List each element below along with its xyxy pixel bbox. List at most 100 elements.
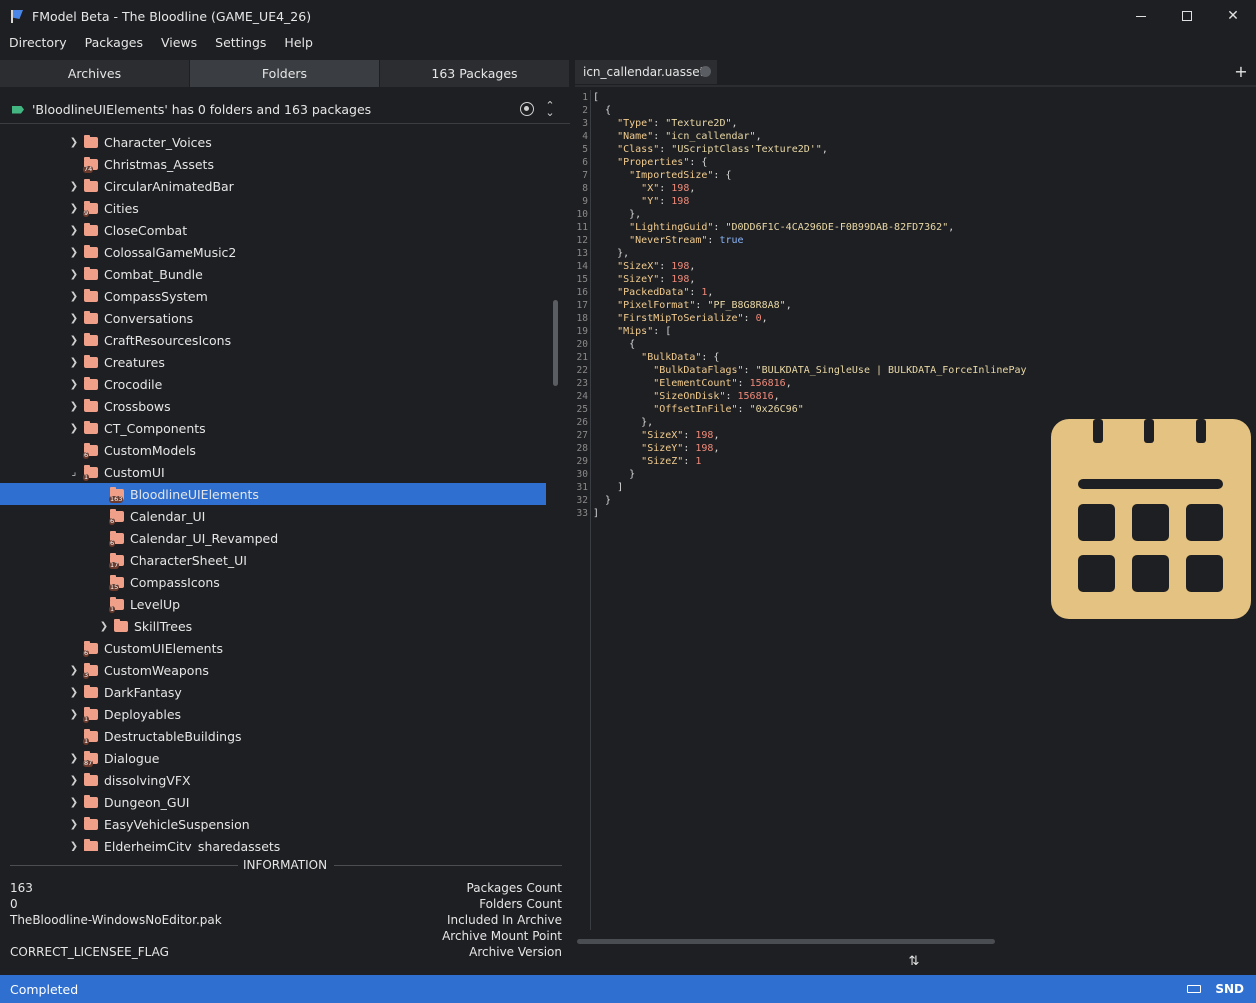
code-line: "Mips": [ <box>617 326 672 337</box>
tree-row[interactable]: 74 Christmas_Assets <box>0 153 546 175</box>
tree-row[interactable]: ❯ SkillTrees <box>0 615 546 637</box>
chevron-right-icon[interactable]: ❯ <box>68 307 80 329</box>
tree-row[interactable]: ❯ Conversations <box>0 307 546 329</box>
tree-row[interactable]: ❯ CompassSystem <box>0 285 546 307</box>
chevron-right-icon[interactable]: ❯ <box>68 219 80 241</box>
chevron-right-icon[interactable]: ❯ <box>68 285 80 307</box>
line-number: 4 <box>582 131 588 142</box>
chevron-right-icon[interactable]: ❯ <box>68 703 80 725</box>
tree-row[interactable]: 17 CharacterSheet_UI <box>0 549 546 571</box>
chevron-right-icon[interactable]: ❯ <box>68 747 80 769</box>
chevron-right-icon[interactable]: ❯ <box>68 681 80 703</box>
chevron-right-icon[interactable]: ❯ <box>68 835 80 852</box>
new-tab-plus-icon[interactable]: + <box>1231 62 1251 82</box>
chevron-right-icon[interactable]: ❯ <box>68 351 80 373</box>
info-included-archive: TheBloodline-WindowsNoEditor.pak Included… <box>10 913 562 929</box>
code-line: "SizeOnDisk": 156816, <box>653 391 780 402</box>
tree-row-label: CraftResourcesIcons <box>104 332 232 348</box>
folder-icon <box>84 244 98 258</box>
keyboard-icon[interactable] <box>1187 985 1202 993</box>
tree-row-label: CloseCombat <box>104 222 188 238</box>
maximize-button[interactable] <box>1164 0 1210 32</box>
tree-row[interactable]: ❯ 1 Deployables <box>0 703 546 725</box>
tree-row[interactable]: ❯ Combat_Bundle <box>0 263 546 285</box>
menu-packages[interactable]: Packages <box>76 32 152 54</box>
tree-row[interactable]: ❯ Dungeon_GUI <box>0 791 546 813</box>
tree-row[interactable]: ❯ CircularAnimatedBar <box>0 175 546 197</box>
calendar-cell <box>1186 555 1223 592</box>
menu-directory[interactable]: Directory <box>0 32 76 54</box>
chevron-right-icon[interactable]: ❯ <box>68 197 80 219</box>
line-number: 3 <box>582 118 588 129</box>
tree-row[interactable]: ❯ Character_Voices <box>0 131 546 153</box>
tree-row[interactable]: ❯ 9 Cities <box>0 197 546 219</box>
chevron-right-icon[interactable]: ❯ <box>68 263 80 285</box>
tree-row[interactable]: ❯ 3 CustomWeapons <box>0 659 546 681</box>
tree-row[interactable]: ❯ DarkFantasy <box>0 681 546 703</box>
tree-row[interactable]: 6 CustomModels <box>0 439 546 461</box>
tree-row-label: Character_Voices <box>104 134 212 150</box>
tab-archives[interactable]: Archives <box>0 60 190 87</box>
tree-row[interactable]: ❯ CT_Components <box>0 417 546 439</box>
folder-icon <box>84 332 98 346</box>
chevron-right-icon[interactable]: ❯ <box>68 791 80 813</box>
menu-settings[interactable]: Settings <box>206 32 275 54</box>
chevron-right-icon[interactable]: ❯ <box>68 373 80 395</box>
chevron-right-icon[interactable]: ❯ <box>68 329 80 351</box>
tree-row[interactable]: ❯ CloseCombat <box>0 219 546 241</box>
tab-folders[interactable]: Folders <box>190 60 380 87</box>
folder-icon: 17 <box>109 552 124 569</box>
tree-row[interactable]: ❯ ElderheimCity_sharedassets <box>0 835 546 851</box>
code-line: "FirstMipToSerialize": 0, <box>617 313 768 324</box>
chevron-right-icon[interactable]: ❯ <box>68 395 80 417</box>
explorer-panel: Archives Folders 163 Packages 'Bloodline… <box>0 60 570 972</box>
tree-row[interactable]: 15 CompassIcons <box>0 571 546 593</box>
tree-row[interactable]: 163 BloodlineUIElements <box>0 483 546 505</box>
tab-packages[interactable]: 163 Packages <box>380 60 570 87</box>
locate-icon[interactable] <box>520 102 534 116</box>
chevron-right-icon[interactable]: ❯ <box>68 813 80 835</box>
tree-row-label: CircularAnimatedBar <box>104 178 234 194</box>
chevron-right-icon[interactable]: ❯ <box>68 241 80 263</box>
tree-row[interactable]: 6 CustomUIElements <box>0 637 546 659</box>
tree-row[interactable]: ❯ Creatures <box>0 351 546 373</box>
line-number: 12 <box>576 235 588 246</box>
tree-row[interactable]: ❯ Crocodile <box>0 373 546 395</box>
tree-row[interactable]: ⌟ 1 CustomUI <box>0 461 546 483</box>
minimize-button[interactable] <box>1118 0 1164 32</box>
code-line: { <box>593 339 636 350</box>
line-number: 20 <box>576 339 588 350</box>
package-count-badge: 1 <box>83 714 90 723</box>
chevron-right-icon[interactable]: ❯ <box>68 769 80 791</box>
chevron-right-icon[interactable]: ❯ <box>68 659 80 681</box>
document-tab[interactable]: icn_callendar.uasset <box>575 60 717 84</box>
tree-row[interactable]: ❯ ColossalGameMusic2 <box>0 241 546 263</box>
tab-close-dot-icon[interactable] <box>700 66 711 77</box>
tree-row[interactable]: ❯ dissolvingVFX <box>0 769 546 791</box>
menu-help[interactable]: Help <box>275 32 322 54</box>
tree-scrollbar[interactable] <box>553 300 558 386</box>
chevron-right-icon[interactable]: ❯ <box>68 175 80 197</box>
folder-icon <box>84 772 98 786</box>
tree-row[interactable]: 1 DestructableBuildings <box>0 725 546 747</box>
tree-row[interactable]: ❯ 87 Dialogue <box>0 747 546 769</box>
chevron-right-icon[interactable]: ❯ <box>68 417 80 439</box>
package-count-badge: 6 <box>109 516 116 525</box>
tree-row[interactable]: 6 Calendar_UI <box>0 505 546 527</box>
tree-row[interactable]: 1 LevelUp <box>0 593 546 615</box>
tree-row[interactable]: 6 Calendar_UI_Revamped <box>0 527 546 549</box>
tree-row[interactable]: ❯ CraftResourcesIcons <box>0 329 546 351</box>
menu-views[interactable]: Views <box>152 32 206 54</box>
close-button[interactable]: ✕ <box>1210 0 1256 32</box>
package-count-badge: 6 <box>83 450 90 459</box>
editor-horizontal-scrollbar[interactable] <box>577 939 995 944</box>
tree-row[interactable]: ❯ Crossbows <box>0 395 546 417</box>
chevron-down-icon[interactable]: ⌟ <box>68 461 80 483</box>
package-count-badge: 87 <box>83 758 94 767</box>
folder-tree[interactable]: ❯ Character_Voices 74 Christmas_Assets ❯ Circ… <box>0 131 548 851</box>
tree-row[interactable]: ❯ EasyVehicleSuspension <box>0 813 546 835</box>
swap-panels-icon[interactable]: ⇅ <box>907 954 921 970</box>
chevron-right-icon[interactable]: ❯ <box>68 131 80 153</box>
collapse-all-icon[interactable]: ⌃ ⌄ <box>544 100 556 118</box>
chevron-right-icon[interactable]: ❯ <box>98 615 110 637</box>
